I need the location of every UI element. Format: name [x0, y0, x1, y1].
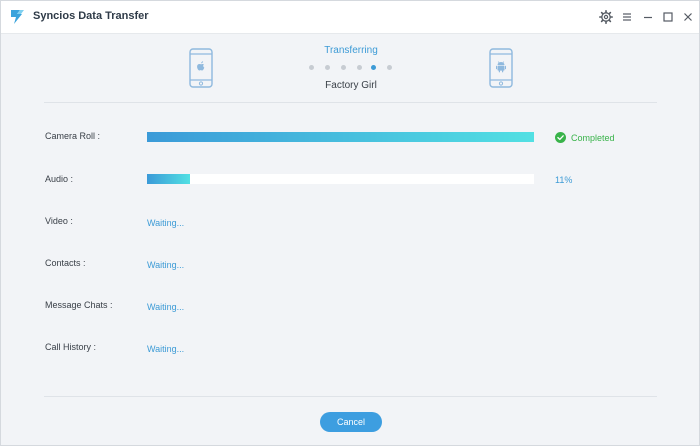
syncios-logo-icon	[11, 10, 24, 24]
apple-phone-icon	[189, 48, 213, 88]
menu-button[interactable]	[619, 9, 635, 25]
step-dot	[357, 65, 362, 70]
step-indicator	[306, 65, 396, 71]
row-label-camera-roll: Camera Roll :	[45, 131, 101, 141]
row-label-message-chats: Message Chats :	[45, 300, 113, 310]
status-waiting: Waiting...	[147, 218, 185, 228]
row-label-contacts: Contacts :	[45, 258, 86, 268]
status-completed: Completed	[555, 132, 635, 144]
app-window: Syncios Data Transfer Transferring Facto…	[0, 0, 700, 446]
android-phone-icon	[489, 48, 513, 88]
step-dot	[309, 65, 314, 70]
step-dot	[387, 65, 392, 70]
progress-fill	[147, 174, 190, 184]
step-dot	[341, 65, 346, 70]
completed-label: Completed	[571, 133, 615, 143]
check-circle-icon	[555, 132, 566, 143]
maximize-button[interactable]	[660, 9, 676, 25]
minimize-icon	[644, 16, 652, 19]
step-dot	[325, 65, 330, 70]
title-bar: Syncios Data Transfer	[1, 1, 699, 34]
app-title: Syncios Data Transfer	[33, 10, 149, 22]
status-waiting: Waiting...	[147, 302, 185, 312]
maximize-icon	[663, 12, 673, 22]
row-label-audio: Audio :	[45, 174, 74, 184]
close-icon	[684, 13, 692, 21]
minimize-button[interactable]	[640, 9, 656, 25]
cancel-button[interactable]: Cancel	[320, 412, 382, 432]
progress-fill	[147, 132, 534, 142]
progress-bar-audio	[147, 174, 534, 184]
progress-percent: 11%	[555, 175, 573, 185]
menu-icon	[623, 13, 631, 21]
step-dot-active	[371, 65, 376, 70]
status-waiting: Waiting...	[147, 344, 185, 354]
settings-icon	[598, 9, 613, 24]
header-divider	[44, 102, 657, 103]
transfer-status: Transferring	[324, 45, 378, 56]
row-label-video: Video :	[45, 216, 73, 226]
row-label-call-history: Call History :	[45, 342, 97, 352]
settings-button[interactable]	[598, 9, 614, 25]
progress-bar-camera-roll	[147, 132, 534, 142]
close-button[interactable]	[680, 9, 696, 25]
footer-divider	[44, 396, 657, 397]
status-waiting: Waiting...	[147, 260, 185, 270]
current-item-title: Factory Girl	[325, 80, 377, 91]
